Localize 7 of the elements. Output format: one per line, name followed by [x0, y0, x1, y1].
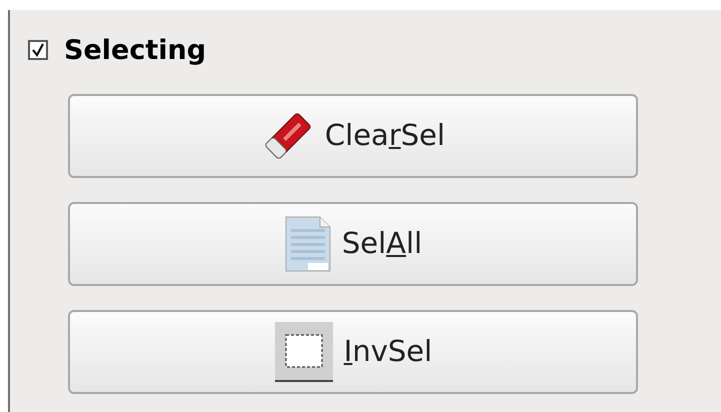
document-icon: [284, 215, 332, 273]
tool-button[interactable]: SelAll: [68, 202, 638, 286]
checkbox[interactable]: [28, 40, 48, 60]
tool-button[interactable]: InvSel: [68, 310, 638, 394]
tool-button[interactable]: ClearSel: [68, 94, 638, 178]
selection-icon: [274, 321, 334, 383]
group-title: Selecting: [64, 36, 206, 64]
